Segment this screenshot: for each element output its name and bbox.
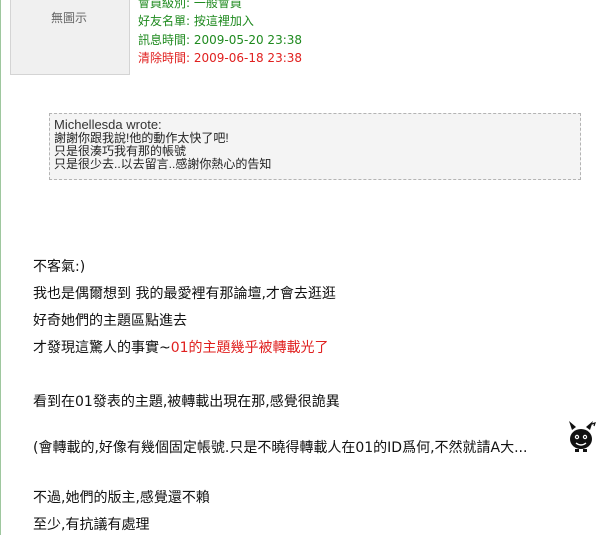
- reply-line: 才發現這驚人的事實~01的主題幾乎被轉載光了: [33, 337, 329, 357]
- reply-line: 不過,她們的版主,感覺還不賴: [33, 490, 210, 506]
- member-rank-value: 一般會員: [193, 0, 242, 10]
- reply-line: (會轉載的,好像有幾個固定帳號.只是不曉得轉載人在01的ID爲何,不然就請A大.…: [33, 440, 528, 456]
- friend-list-label: 好友名單:: [138, 14, 191, 28]
- avatar-placeholder-text: 無圖示: [51, 11, 88, 25]
- avatar: 無圖示: [10, 0, 130, 75]
- reply-line: 看到在01發表的主題,被轉載出現在那,感覺很詭異: [33, 394, 340, 410]
- quote-line: 只是很少去..以去留言..感謝你熱心的告知: [54, 157, 272, 171]
- reply-line: 至少,有抗議有處理: [33, 517, 150, 533]
- member-rank: 會員級別: 一般會員: [138, 0, 242, 11]
- quote-block: Michellesda wrote: 謝謝你跟我說!他的動作太快了吧! 只是很湊…: [49, 113, 581, 180]
- reply-highlight-text: 01的主題幾乎被轉載光了: [170, 340, 329, 356]
- add-friend-link[interactable]: 按這裡加入: [194, 14, 254, 28]
- reply-line: 我也是偶爾想到 我的最愛裡有那論壇,才會去逛逛: [33, 286, 336, 302]
- reply-line-text: 才發現這驚人的事實~: [33, 340, 171, 356]
- member-rank-label: 會員級別:: [138, 0, 191, 10]
- delete-time-label: 清除時間:: [138, 51, 191, 65]
- message-time-value: 2009-05-20 23:38: [193, 33, 303, 47]
- delete-time-value: 2009-06-18 23:38: [193, 51, 303, 65]
- message-time-label: 訊息時間:: [138, 33, 191, 47]
- quote-author: Michellesda wrote:: [54, 117, 162, 132]
- reply-line: 好奇她們的主題區點進去: [33, 313, 187, 329]
- message-time: 訊息時間: 2009-05-20 23:38: [138, 31, 302, 48]
- friend-list: 好友名單: 按這裡加入: [138, 12, 254, 29]
- devil-emoticon-icon: [569, 421, 596, 452]
- left-border: [0, 0, 1, 535]
- reply-line: 不客氣:): [33, 259, 86, 275]
- delete-time: 清除時間: 2009-06-18 23:38: [138, 49, 302, 66]
